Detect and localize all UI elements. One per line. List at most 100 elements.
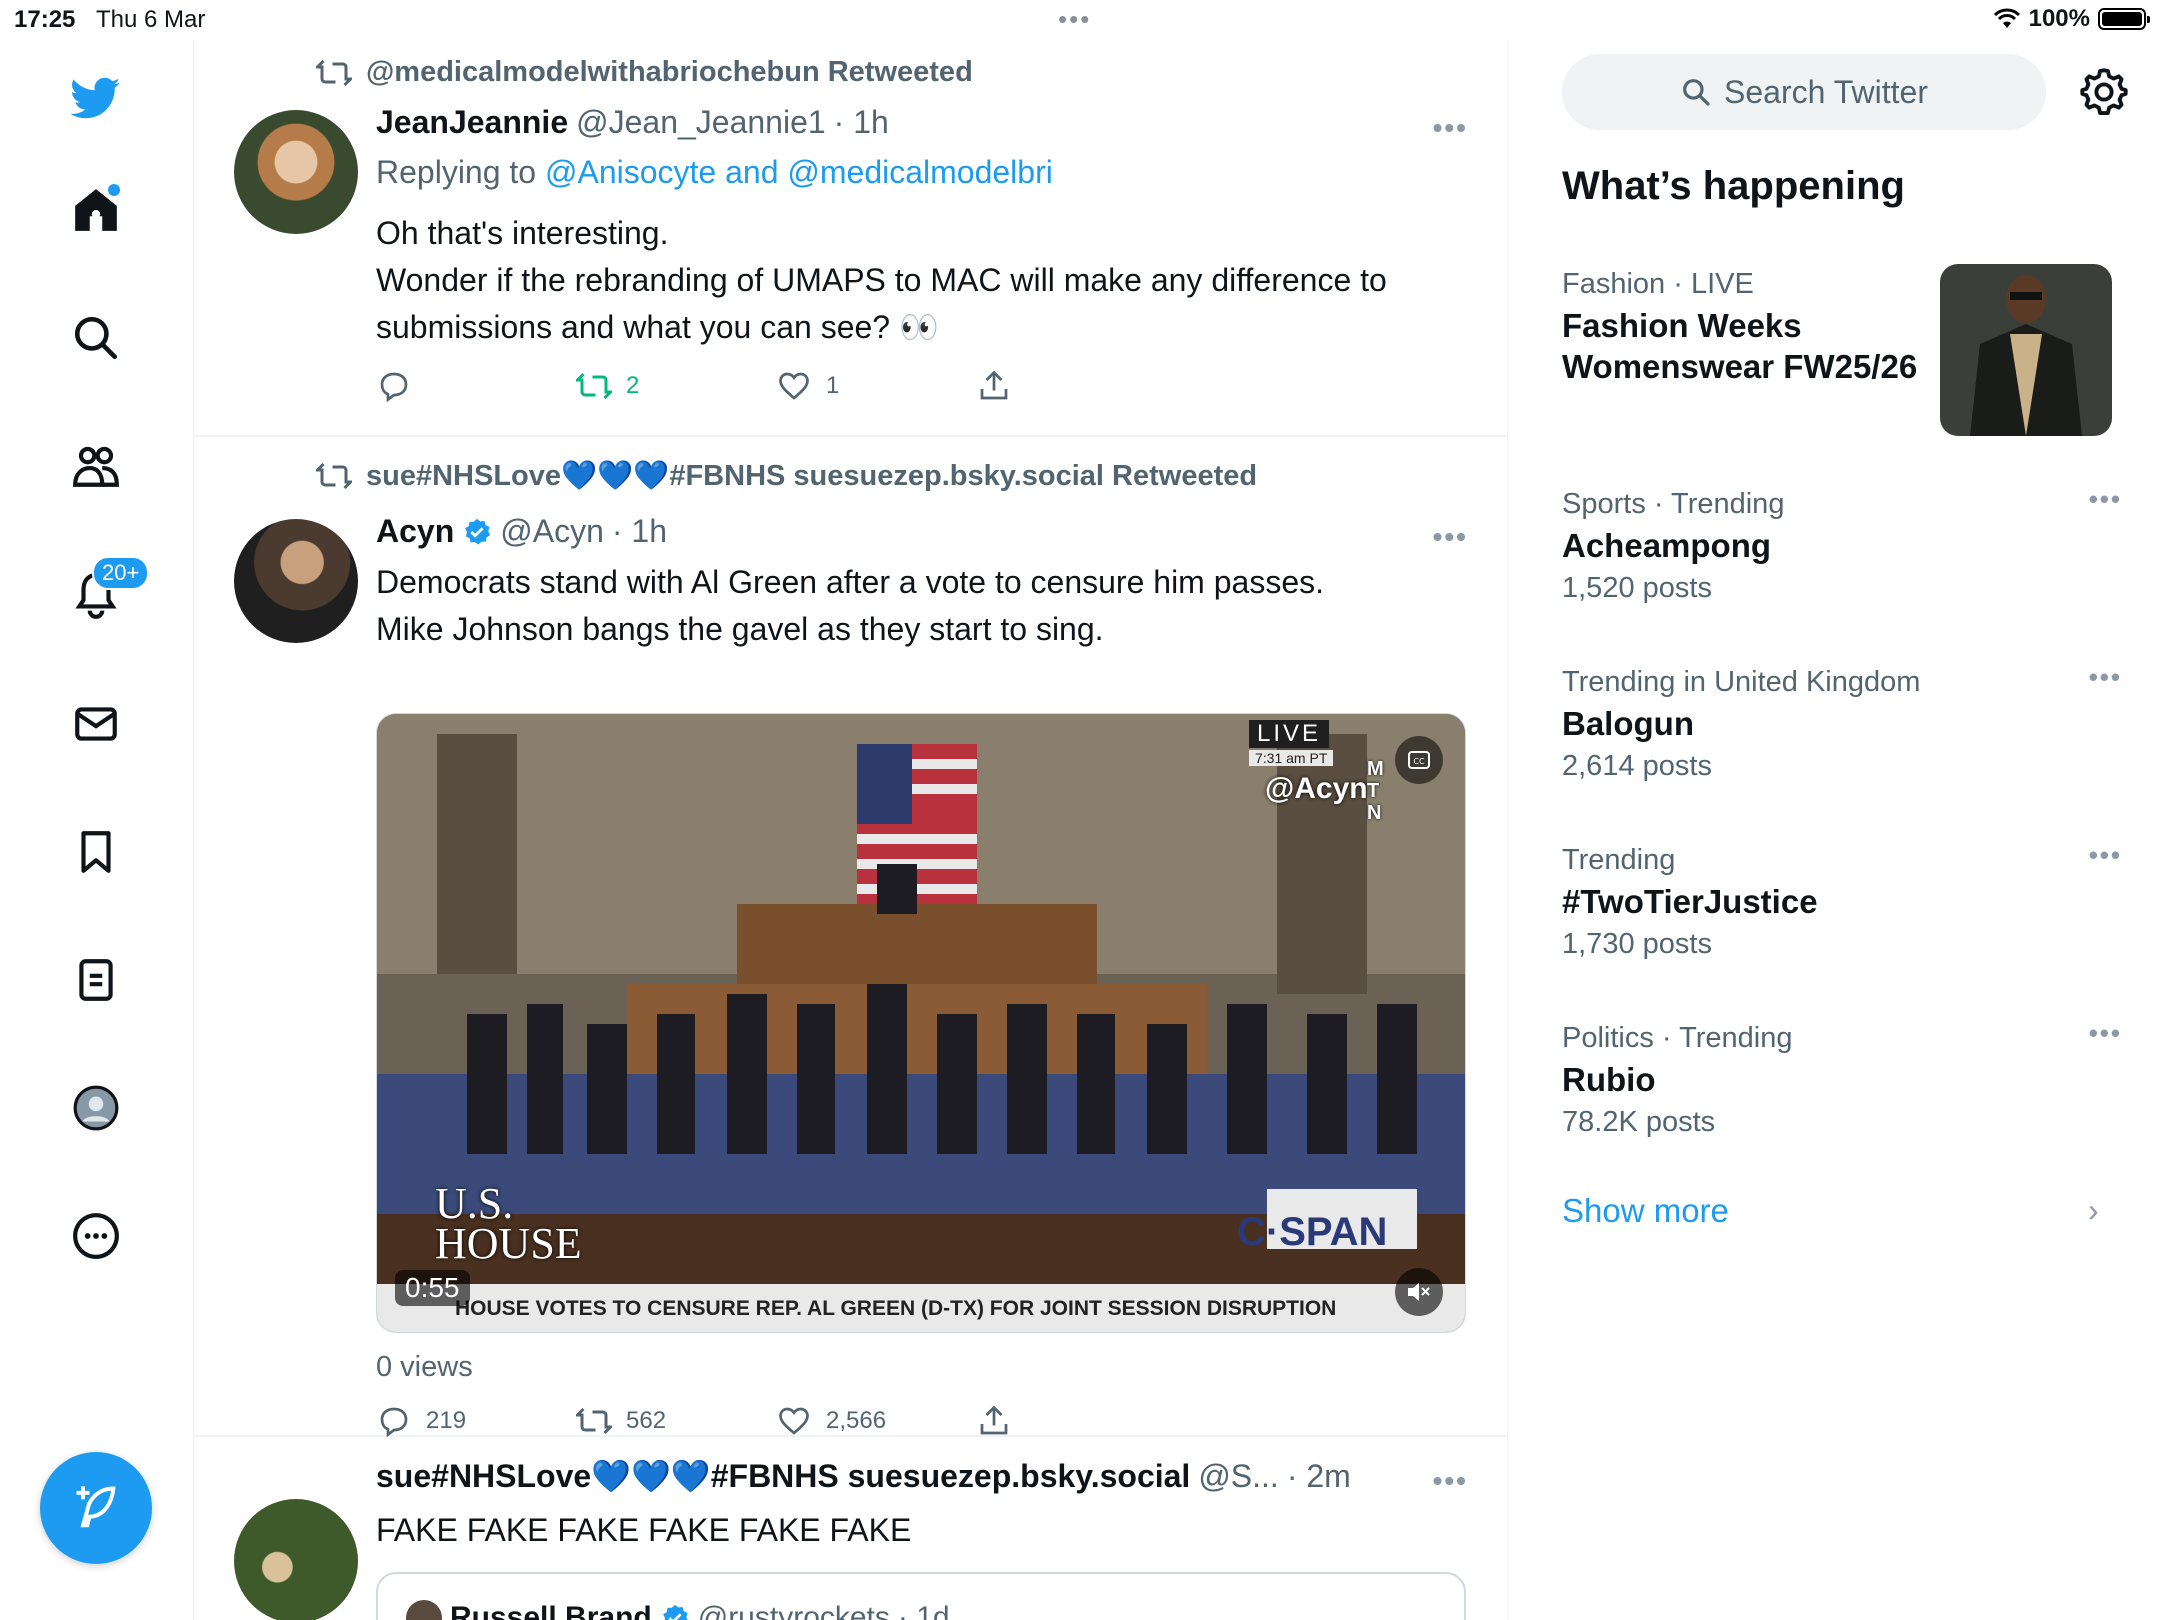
share-icon [980,1405,1008,1435]
trend-more-icon[interactable]: ••• [2089,1018,2122,1049]
retweet-icon [316,59,352,86]
video-ticker: HOUSE VOTES TO CENSURE REP. AL GREEN (D-… [455,1297,1337,1320]
live-label: LIVE [1249,720,1330,748]
multitasking-dots-icon[interactable]: ••• [1058,4,1091,35]
battery-icon [2098,8,2150,30]
explore-search-icon[interactable] [64,306,128,370]
author-handle[interactable]: @S... [1198,1458,1279,1495]
compose-tweet-button[interactable] [40,1452,152,1564]
home-new-dot [108,184,120,196]
trend-category: Trending in United Kingdom [1562,666,1921,698]
avatar[interactable] [234,1499,358,1620]
retweet-button[interactable]: 2 [576,368,639,404]
quoted-author-handle[interactable]: @rustyrockets [698,1601,890,1620]
replying-prefix: Replying to [376,154,537,190]
trend-topic: #TwoTierJustice [1562,883,1818,920]
like-button[interactable]: 1 [776,368,839,404]
video-player[interactable]: U.S. HOUSE C·SPAN HOUSE VOTES TO CENSURE… [376,713,1466,1333]
tweet-time[interactable]: · 1h [612,513,667,550]
trend-more-icon[interactable]: ••• [2089,484,2122,515]
settings-gear-icon[interactable] [2078,66,2130,118]
tweet-sue[interactable]: sue#NHSLove💙💙💙#FBNHS suesuezep.bsky.soci… [194,1437,1507,1620]
retweet-button[interactable]: 562 [576,1403,666,1439]
tweet-time[interactable]: · 2m [1287,1458,1351,1495]
replying-to: Replying to @Anisocyte and @medicalmodel… [376,154,1053,191]
profile-avatar-icon[interactable] [64,1076,128,1140]
communities-icon[interactable] [64,434,128,498]
trend-item[interactable]: Fashion · LIVE Fashion Weeks Womenswear … [1562,268,1922,387]
tweet-time[interactable]: · 1h [834,104,889,141]
tweet-text: Oh that's interesting. Wonder if the reb… [376,210,1456,351]
avatar[interactable] [406,1600,442,1620]
retweet-context: sue#NHSLove💙💙💙#FBNHS suesuezep.bsky.soci… [316,459,1257,493]
trend-post-count: 1,730 posts [1562,928,1712,960]
author-handle[interactable]: @Jean_Jeannie1 [576,104,826,141]
search-icon [1683,79,1710,106]
status-right: 100% [1993,5,2150,33]
retweet-icon [576,372,612,400]
quoted-tweet-time: · 1d [897,1601,950,1620]
retweet-count: 562 [626,1407,667,1434]
search-input[interactable]: Search Twitter [1562,54,2046,130]
mute-button[interactable] [1395,1268,1443,1316]
heart-icon [779,1407,809,1435]
like-button[interactable]: 2,566 [776,1403,886,1439]
timeline[interactable]: @medicalmodelwithabriochebun Retweeted J… [194,40,1508,1620]
author-name[interactable]: JeanJeannie [376,104,568,141]
tweet-text: Democrats stand with Al Green after a vo… [376,559,1456,653]
trend-topic: Acheampong [1562,527,1772,564]
tweet-more-icon[interactable]: ••• [1433,112,1468,144]
captions-icon: CC [1408,751,1430,769]
quoted-tweet[interactable]: Russell Brand @rustyrockets · 1d [376,1572,1466,1620]
tweet-text-line: Democrats stand with Al Green after a vo… [376,564,1324,600]
quoted-author-name[interactable]: Russell Brand [450,1601,652,1620]
trend-more-icon[interactable]: ••• [2089,662,2122,693]
author-name[interactable]: sue#NHSLove💙💙💙#FBNHS suesuezep.bsky.soci… [376,1457,1190,1495]
tweet-text-line: Wonder if the rebranding of UMAPS to MAC… [376,262,1387,345]
lists-icon[interactable] [64,948,128,1012]
captions-button[interactable]: CC [1395,736,1443,784]
tweet-more-icon[interactable]: ••• [1433,1465,1468,1497]
chevron-right-icon[interactable]: › [2088,1192,2099,1229]
tweet-more-icon[interactable]: ••• [1433,521,1468,553]
reply-button[interactable]: 219 [376,1403,466,1439]
reply-button[interactable] [376,368,412,404]
retweeted-by-label[interactable]: @medicalmodelwithabriochebun Retweeted [366,56,973,89]
trend-item[interactable]: Trending #TwoTierJustice 1,730 posts ••• [1562,840,2122,961]
show-more-link[interactable]: Show more [1562,1192,1729,1230]
tweet-text-line: Mike Johnson bangs the gavel as they sta… [376,611,1104,647]
author-handle[interactable]: @Acyn [500,513,604,550]
replying-to-link[interactable]: @Anisocyte and @medicalmodelbri [545,154,1053,190]
avatar[interactable] [234,519,358,643]
notifications-bell-icon[interactable]: 20+ [64,556,150,628]
mtn-logo: MTN [1367,758,1384,824]
trend-category: Fashion · LIVE [1562,268,1754,300]
share-button[interactable] [976,368,1012,404]
svg-text:CC: CC [1413,757,1425,766]
share-button[interactable] [976,1403,1012,1439]
retweeted-by-label[interactable]: sue#NHSLove💙💙💙#FBNHS suesuezep.bsky.soci… [366,459,1257,493]
tweet-acyn[interactable]: sue#NHSLove💙💙💙#FBNHS suesuezep.bsky.soci… [194,437,1507,1439]
wifi-icon [1993,8,2020,28]
tweet-header: Acyn @Acyn · 1h [376,513,667,550]
avatar[interactable] [234,110,358,234]
heart-icon [779,372,809,400]
trend-more-icon[interactable]: ••• [2089,840,2122,871]
trend-thumbnail[interactable] [1940,264,2112,436]
trend-item[interactable]: Trending in United Kingdom Balogun 2,614… [1562,662,2122,783]
author-name[interactable]: Acyn [376,513,454,550]
volume-muted-icon [1408,1283,1430,1301]
messages-mail-icon[interactable] [64,692,128,756]
tweet-header: JeanJeannie @Jean_Jeannie1 · 1h [376,104,889,141]
trend-item[interactable]: Politics · Trending Rubio 78.2K posts ••… [1562,1018,2122,1139]
twitter-logo-icon[interactable] [64,66,128,130]
trend-item[interactable]: Sports · Trending Acheampong 1,520 posts… [1562,484,2122,605]
video-duration: 0:55 [395,1270,470,1306]
trend-topic: Fashion Weeks Womenswear FW25/26 [1562,307,1918,385]
tweet-jeanjeannie[interactable]: @medicalmodelwithabriochebun Retweeted J… [194,40,1507,437]
more-options-icon[interactable] [64,1204,128,1268]
live-time: 7:31 am PT [1249,750,1334,766]
home-icon[interactable] [64,178,128,242]
bookmarks-icon[interactable] [64,820,128,884]
verified-badge-icon [662,1604,688,1620]
